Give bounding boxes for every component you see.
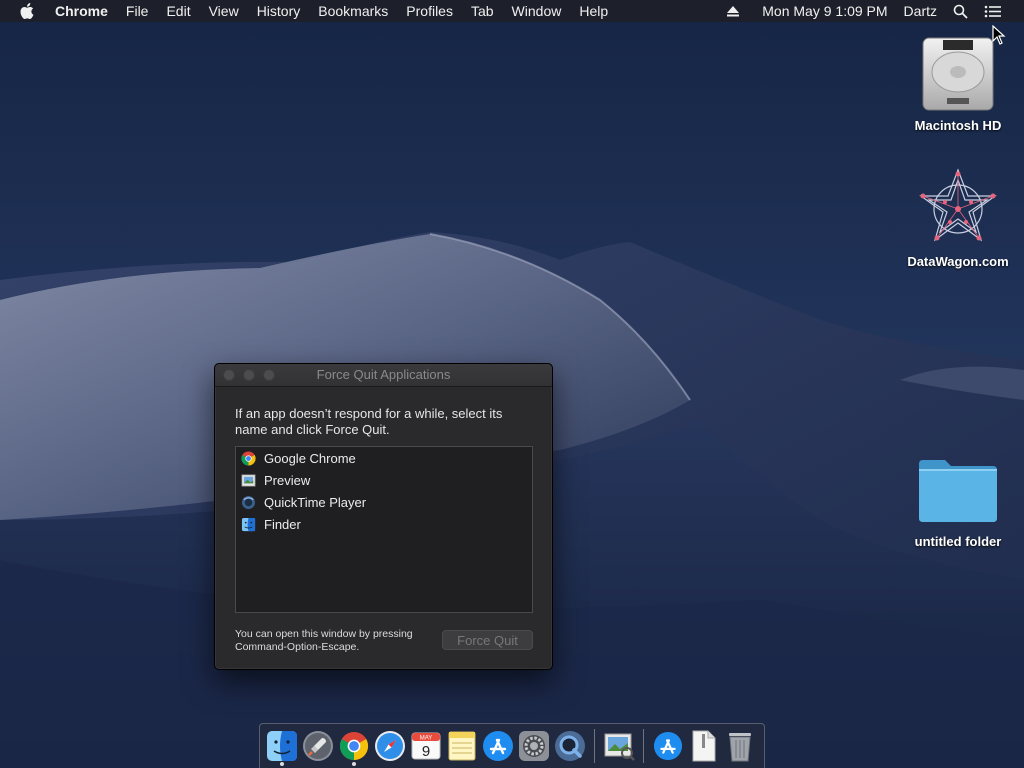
app-name: QuickTime Player	[264, 494, 367, 510]
calendar-day: 9	[422, 743, 430, 760]
dock: MAY 9	[259, 723, 765, 768]
force-quit-button[interactable]: Force Quit	[442, 630, 533, 650]
app-list[interactable]: Google Chrome Preview QuickTime Player F…	[235, 446, 533, 613]
dock-documents-stack[interactable]	[686, 726, 722, 766]
app-store-download-icon	[653, 731, 683, 761]
dock-downloads-stack[interactable]	[650, 726, 686, 766]
app-row-finder[interactable]: Finder	[236, 513, 532, 535]
dock-calendar[interactable]: MAY 9	[408, 726, 444, 766]
menu-file[interactable]: File	[117, 0, 158, 22]
dock-google-chrome[interactable]	[336, 726, 372, 766]
finder-icon	[240, 516, 256, 532]
menu-app-name[interactable]: Chrome	[46, 0, 117, 22]
menu-window[interactable]: Window	[503, 0, 571, 22]
quicktime-icon	[240, 494, 256, 510]
chrome-icon	[339, 731, 369, 761]
desktop-icon-label: DataWagon.com	[907, 254, 1009, 269]
dock-quicktime-player[interactable]	[552, 726, 588, 766]
app-name: Finder	[264, 516, 301, 532]
dock-preview[interactable]	[601, 726, 637, 766]
window-title: Force Quit Applications	[316, 367, 451, 382]
dock-safari[interactable]	[372, 726, 408, 766]
hard-drive-icon	[915, 30, 1001, 116]
dock-notes[interactable]	[444, 726, 480, 766]
dock-app-store[interactable]	[480, 726, 516, 766]
menu-history[interactable]: History	[248, 0, 310, 22]
dock-separator	[594, 729, 595, 763]
finder-icon	[267, 731, 297, 761]
calendar-icon: MAY 9	[411, 732, 441, 760]
mouse-cursor-icon	[992, 25, 1006, 45]
safari-compass-icon	[375, 731, 405, 761]
menu-bar: Chrome File Edit View History Bookmarks …	[0, 0, 1024, 22]
dock-launchpad[interactable]	[300, 726, 336, 766]
app-name: Preview	[264, 472, 311, 488]
desktop-icon-macintosh-hd[interactable]: Macintosh HD	[898, 30, 1018, 133]
menu-view[interactable]: View	[200, 0, 248, 22]
app-name: Google Chrome	[264, 450, 356, 466]
preview-icon	[240, 472, 256, 488]
trash-icon	[729, 733, 751, 762]
desktop-icon-label: untitled folder	[914, 534, 1002, 549]
menu-help[interactable]: Help	[570, 0, 617, 22]
menubar-user[interactable]: Dartz	[896, 0, 945, 22]
preview-icon	[604, 733, 635, 761]
desktop-icon-untitled-folder[interactable]: untitled folder	[898, 446, 1018, 549]
launchpad-rocket-icon	[303, 731, 333, 761]
notification-center-icon[interactable]	[976, 0, 1010, 22]
spotlight-search-icon[interactable]	[945, 0, 976, 22]
folder-icon	[915, 446, 1001, 532]
desktop-icon-datawagon[interactable]: DataWagon.com	[898, 166, 1018, 269]
document-zip-icon	[692, 730, 716, 762]
notes-icon	[448, 731, 476, 761]
menubar-clock[interactable]: Mon May 9 1:09 PM	[754, 0, 895, 22]
chrome-icon	[240, 450, 256, 466]
force-quit-description: If an app doesn’t respond for a while, s…	[235, 406, 503, 437]
quicktime-icon	[555, 731, 585, 761]
dock-system-preferences[interactable]	[516, 726, 552, 766]
gear-icon	[519, 731, 549, 761]
eject-icon[interactable]	[718, 0, 748, 22]
menu-profiles[interactable]: Profiles	[397, 0, 462, 22]
force-quit-window: Force Quit Applications If an app doesn’…	[214, 363, 553, 670]
dock-trash[interactable]	[722, 726, 758, 766]
app-row-preview[interactable]: Preview	[236, 469, 532, 491]
window-titlebar[interactable]: Force Quit Applications	[215, 364, 552, 387]
menu-bookmarks[interactable]: Bookmarks	[309, 0, 397, 22]
menu-edit[interactable]: Edit	[157, 0, 199, 22]
running-indicator	[280, 762, 284, 766]
dock-separator	[643, 729, 644, 763]
network-volume-icon	[915, 166, 1001, 252]
apple-menu-icon[interactable]	[0, 0, 46, 22]
dock-finder[interactable]	[264, 726, 300, 766]
running-indicator	[352, 762, 356, 766]
app-store-icon	[483, 731, 513, 761]
calendar-month: MAY	[420, 736, 433, 742]
app-row-quicktime-player[interactable]: QuickTime Player	[236, 491, 532, 513]
keyboard-shortcut-hint: You can open this window by pressing Com…	[235, 628, 413, 653]
app-row-google-chrome[interactable]: Google Chrome	[236, 447, 532, 469]
menu-tab[interactable]: Tab	[462, 0, 503, 22]
desktop-icon-label: Macintosh HD	[914, 118, 1002, 133]
